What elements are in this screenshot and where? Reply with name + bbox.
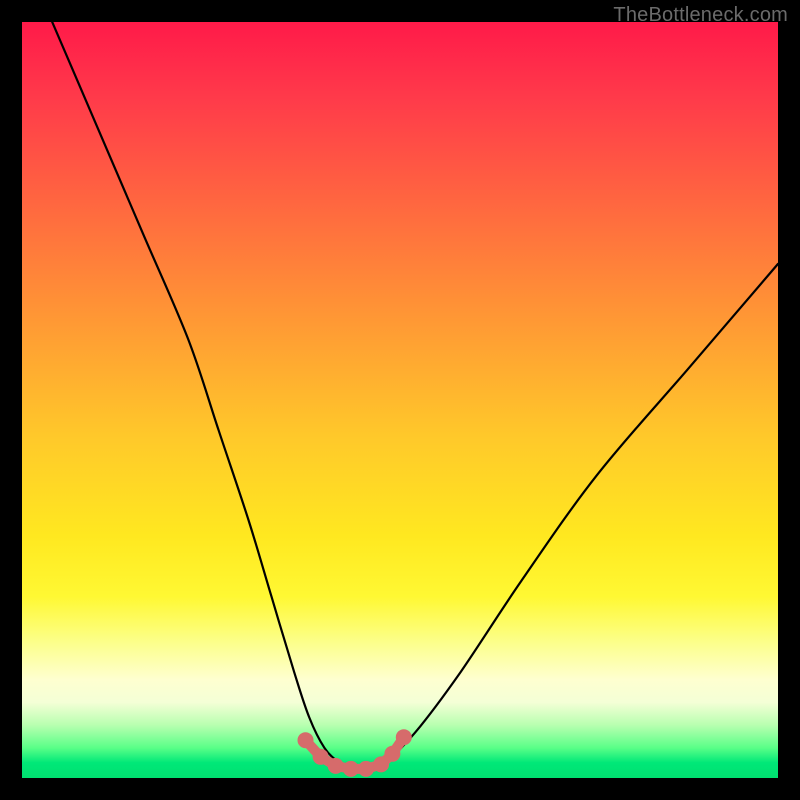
- marker-dot: [343, 761, 359, 777]
- flat-bottom-markers: [298, 729, 412, 777]
- marker-dot: [328, 758, 344, 774]
- marker-dot: [396, 729, 412, 745]
- marker-dot: [298, 732, 314, 748]
- curve-layer: [22, 22, 778, 778]
- chart-frame: TheBottleneck.com: [0, 0, 800, 800]
- bottleneck-curve: [52, 22, 778, 771]
- marker-dot: [358, 761, 374, 777]
- marker-dot: [313, 749, 329, 765]
- plot-area: [22, 22, 778, 778]
- marker-dot: [384, 746, 400, 762]
